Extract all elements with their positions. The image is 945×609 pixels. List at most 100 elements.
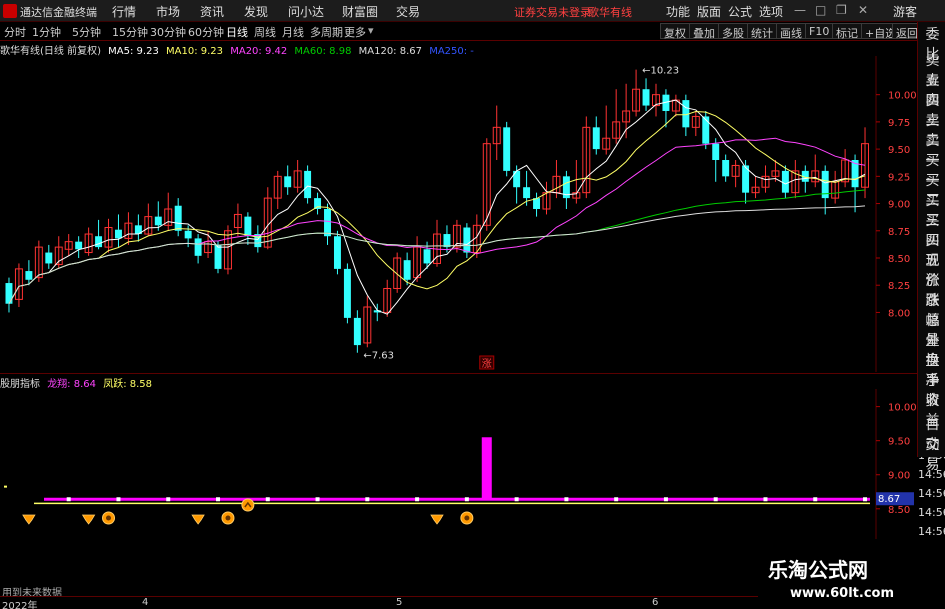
panel-divider	[0, 373, 917, 374]
longxiang-dot	[663, 497, 668, 502]
fuquan-button[interactable]: 复权	[660, 23, 690, 40]
candle-body-down	[5, 283, 13, 304]
candle-body-down	[503, 127, 511, 171]
menu-jiaoyi[interactable]: 交易	[396, 3, 420, 20]
longxiang-dot	[66, 497, 71, 502]
candle-body-down	[592, 127, 600, 150]
time-label: 4	[142, 597, 149, 608]
candle-body-down	[244, 216, 252, 237]
sidebar-time: 14:56	[918, 487, 945, 500]
sidebar-time: 14:56	[918, 506, 945, 519]
longxiang-dot	[116, 497, 121, 502]
maximize-icon[interactable]: □	[815, 3, 826, 17]
candle-body-down	[642, 89, 650, 106]
login-status[interactable]: 证券交易未登录	[514, 4, 591, 20]
menu-zixun[interactable]: 资讯	[200, 3, 224, 20]
main-info-bar: 歌华有线(日线 前复权) MA5: 9.23 MA10: 9.23 MA20: …	[0, 42, 876, 57]
longxiang-dot	[564, 497, 569, 502]
price-tick-label: 8.50	[888, 254, 910, 265]
menu-gongneng[interactable]: 功能	[666, 3, 690, 20]
current-value-label: 8.67	[878, 494, 900, 505]
period-5min[interactable]: 5分钟	[72, 24, 101, 40]
coin-center-icon	[106, 515, 112, 521]
candle-body-down	[75, 241, 83, 250]
minimize-icon[interactable]: —	[794, 3, 806, 17]
period-weekly[interactable]: 周线	[254, 24, 276, 40]
sub-tick-label: 10.00	[888, 403, 917, 414]
period-30min[interactable]: 30分钟	[150, 24, 186, 40]
period-toolbar: 分时 1分钟 5分钟 15分钟 30分钟 60分钟 日线 周线 月线 多周期 更…	[0, 22, 945, 41]
sub-tick-label: 9.50	[888, 437, 910, 448]
candle-body-down	[304, 170, 312, 199]
period-60min[interactable]: 60分钟	[188, 24, 224, 40]
time-label: 5	[396, 597, 403, 608]
period-1min[interactable]: 1分钟	[32, 24, 61, 40]
candle-body-down	[194, 238, 202, 256]
candle-body-down	[343, 268, 351, 318]
menu-caifuquan[interactable]: 财富圈	[342, 3, 378, 20]
longxiang-dot	[763, 497, 768, 502]
longxiang-dot	[166, 497, 171, 502]
signal-bar	[481, 437, 492, 500]
restore-icon[interactable]: ❐	[836, 3, 847, 17]
sidebar-label[interactable]: 交易	[919, 434, 945, 474]
low-price-label: ←7.63	[363, 351, 394, 362]
longxiang-dot	[614, 497, 619, 502]
coin-center-icon	[225, 515, 231, 521]
candle-body-down	[184, 230, 192, 239]
longxiang-dot	[216, 497, 221, 502]
longxiang-dot	[813, 497, 818, 502]
period-fenshi[interactable]: 分时	[4, 24, 26, 40]
candle-body-down	[712, 143, 720, 160]
menu-hangqing[interactable]: 行情	[112, 3, 136, 20]
menu-banmian[interactable]: 版面	[697, 3, 721, 20]
candle-body-down	[114, 229, 122, 239]
watermark-title: 乐淘公式网	[768, 558, 868, 582]
huaxian-button[interactable]: 画线	[776, 23, 806, 40]
menu-wenxiaoda[interactable]: 问小达	[288, 3, 324, 20]
f10-button[interactable]: F10	[805, 23, 834, 39]
menu-faxian[interactable]: 发现	[244, 3, 268, 20]
sub-tick-label: 9.00	[888, 471, 910, 482]
user-label[interactable]: 游客	[893, 3, 917, 20]
app-window: 通达信金融终端 行情 市场 资讯 发现 问小达 财富圈 交易 证券交易未登录 歌…	[0, 0, 945, 609]
longxiang-dot	[464, 497, 469, 502]
period-15min[interactable]: 15分钟	[112, 24, 148, 40]
candle-body-down	[333, 236, 341, 269]
candle-body-down	[284, 176, 292, 188]
period-monthly[interactable]: 月线	[282, 24, 304, 40]
period-daily[interactable]: 日线	[226, 24, 248, 40]
biaoji-button[interactable]: 标记	[832, 23, 862, 40]
candle-body-down	[423, 249, 431, 264]
sub-indicator-chart[interactable]: 10.009.509.008.5014:5614:5614:5614:5614:…	[0, 389, 945, 539]
period-multi[interactable]: 多周期	[310, 24, 343, 40]
menu-gongshi[interactable]: 公式	[728, 3, 752, 20]
time-label: 6	[652, 597, 659, 608]
close-icon[interactable]: ✕	[858, 3, 868, 17]
sub-tick-label: 8.50	[888, 505, 910, 516]
candle-body-down	[45, 252, 53, 264]
candle-body-down	[353, 317, 361, 346]
candle-body-down	[463, 227, 471, 253]
tongji-button[interactable]: 统计	[747, 23, 777, 40]
longxiang-dot	[415, 497, 420, 502]
longxiang-dot	[265, 497, 270, 502]
coin-center-icon	[464, 515, 470, 521]
sub-info-bar: 股朋指标 龙翔: 8.64 凤跃: 8.58	[0, 375, 876, 390]
longxiang-dot	[315, 497, 320, 502]
price-tick-label: 9.75	[888, 118, 910, 129]
menu-shichang[interactable]: 市场	[156, 3, 180, 20]
more-chevron-icon[interactable]: ▾	[368, 24, 374, 37]
high-price-label: ←10.23	[642, 66, 679, 77]
candle-body-down	[722, 160, 730, 177]
sidebar-time: 14:56	[918, 525, 945, 538]
main-kline-chart[interactable]: 10.00 9.75 9.50 9.25 9.00 8.75 8.50 8.25 8.00 ←10…	[0, 56, 945, 372]
arrow-badge-icon	[241, 498, 255, 512]
diejia-button[interactable]: 叠加	[689, 23, 719, 40]
menu-xuanxiang[interactable]: 选项	[759, 3, 783, 20]
duogu-button[interactable]: 多股	[718, 23, 748, 40]
period-more[interactable]: 更多	[344, 24, 366, 40]
stock-name: 歌华有线	[588, 6, 632, 19]
candle-body-down	[702, 116, 710, 144]
candle-body-down	[523, 187, 531, 199]
